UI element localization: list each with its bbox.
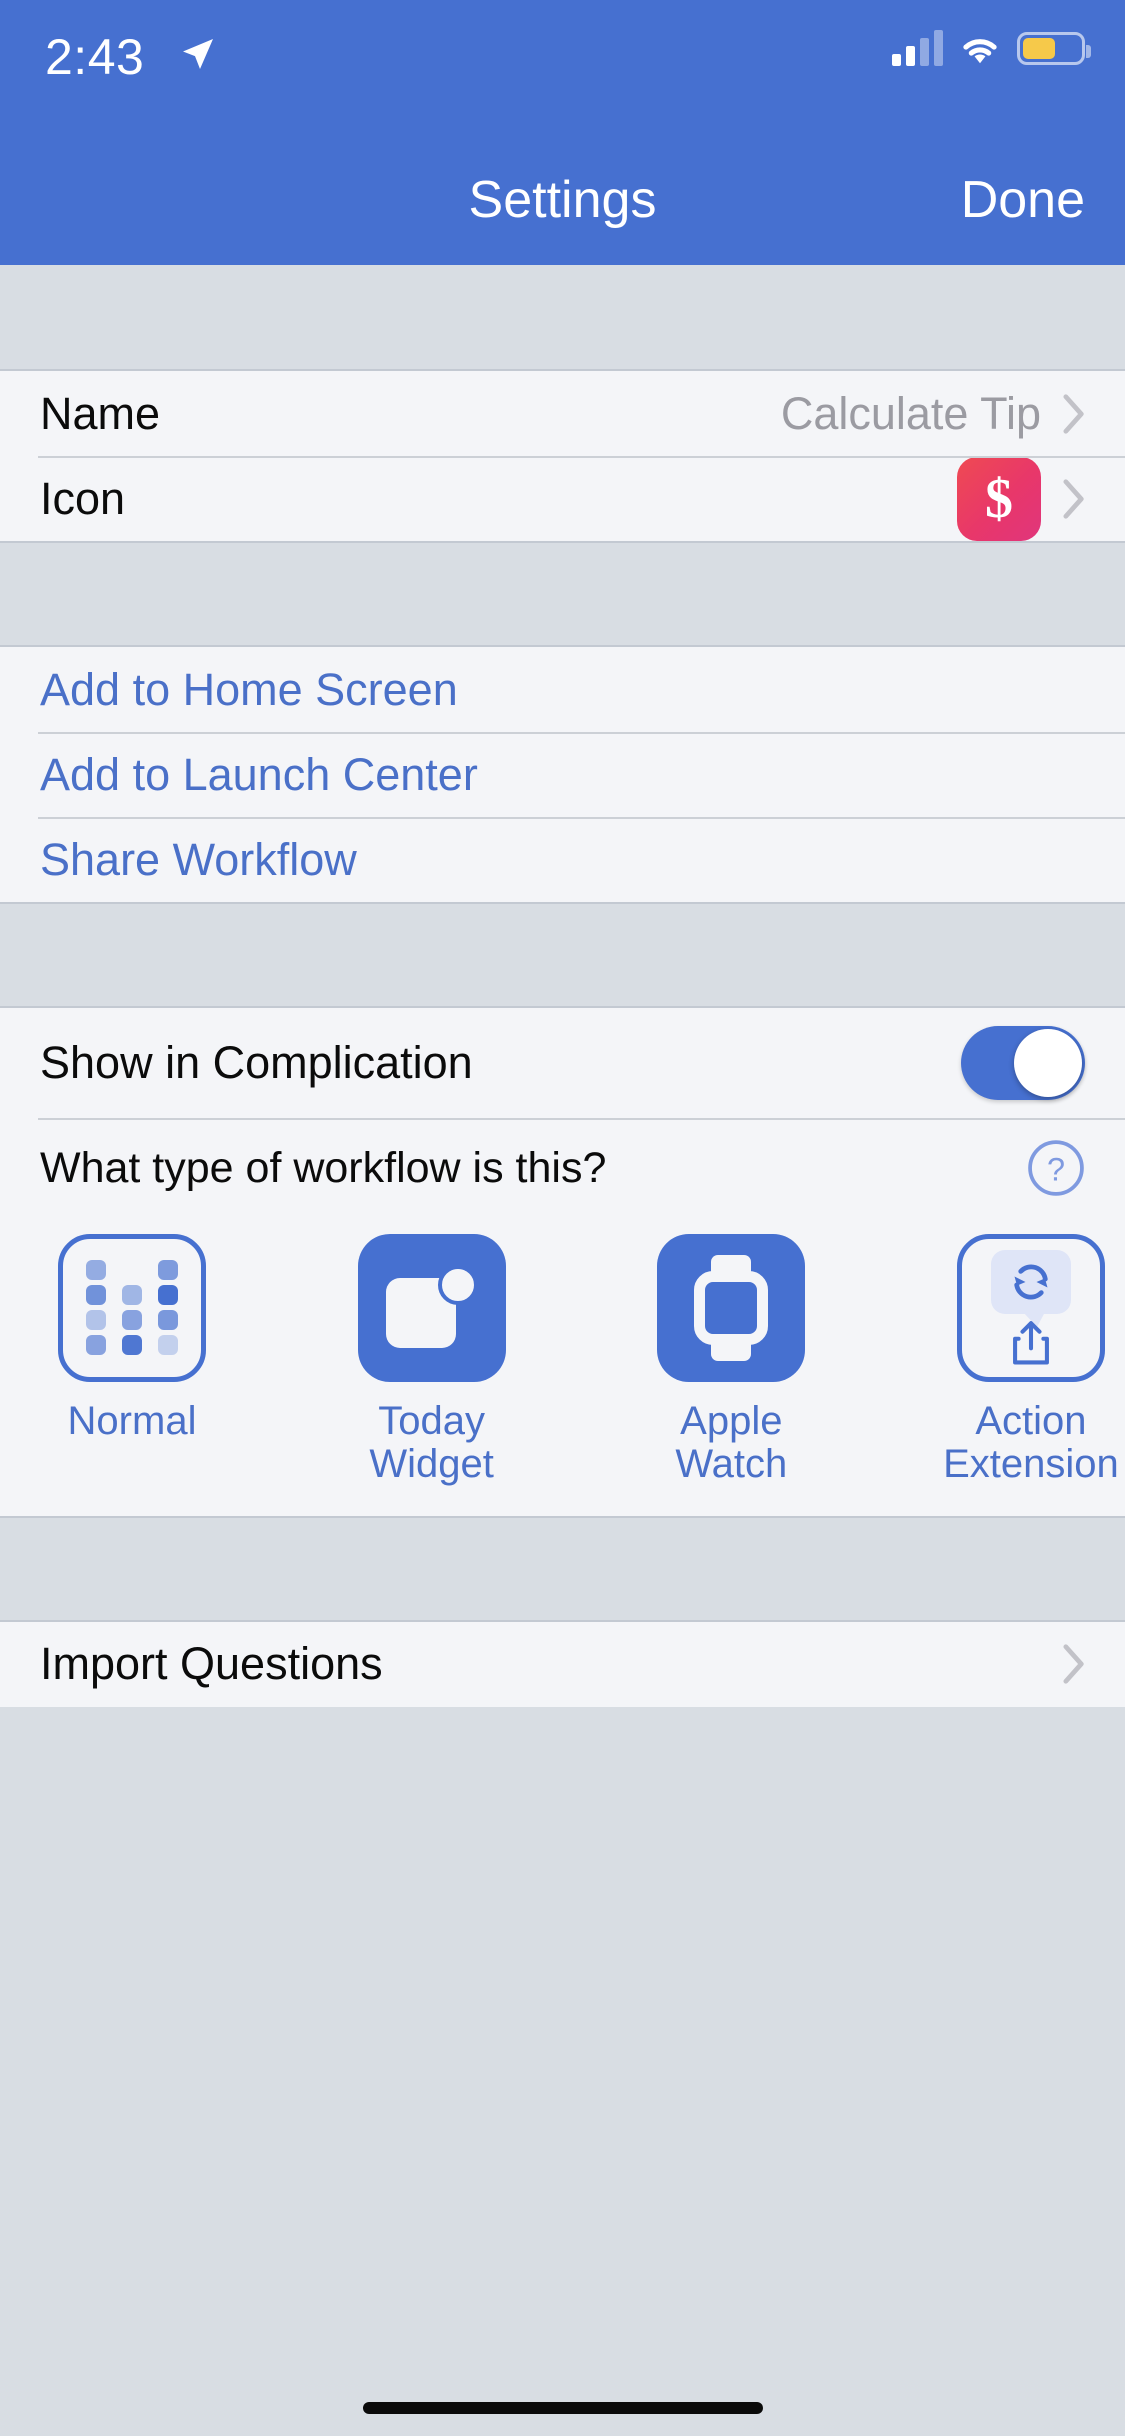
workflow-type-today-widget-label: Today Widget [369,1399,494,1486]
today-widget-tile[interactable] [357,1234,506,1382]
wifi-icon [963,39,997,64]
show-in-complication-toggle[interactable] [961,1026,1085,1100]
apple-watch-tile[interactable] [657,1234,806,1382]
workflow-dots-icon [86,1260,178,1356]
toggle-knob [1014,1029,1082,1097]
import-questions-label: Import Questions [40,1638,383,1690]
name-row[interactable]: Name Calculate Tip [0,371,1125,456]
page-title: Settings [468,171,657,229]
workflow-type-section: Show in Complication What type of workfl… [0,1008,1125,1516]
normal-tile[interactable] [58,1234,206,1382]
today-widget-icon [385,1262,478,1354]
svg-text:?: ? [1047,1152,1065,1188]
workflow-type-question-label: What type of workflow is this? [40,1143,607,1192]
section-gap [0,902,1125,1008]
status-bar: 2:43 [0,0,1125,132]
done-button[interactable]: Done [961,170,1085,230]
add-to-launch-center-row[interactable]: Add to Launch Center [0,732,1125,817]
navigation-bar: Settings Done [0,132,1125,265]
name-row-value: Calculate Tip [780,387,1041,439]
battery-icon [1017,31,1091,65]
workflow-type-question-row: What type of workflow is this? ? [0,1118,1125,1218]
share-icon [1013,1321,1049,1365]
workflow-type-apple-watch[interactable]: Apple Watch [602,1234,860,1486]
workflow-type-normal[interactable]: Normal [3,1234,261,1486]
workflow-type-picker: Normal Today Widget Apple Watch Action E… [0,1218,1125,1516]
status-bar-indicators [892,30,1091,66]
workflow-type-apple-watch-label: Apple Watch [675,1399,788,1486]
action-extension-icon [983,1250,1079,1366]
section-gap [0,1515,1125,1622]
table-footer-gap [0,1706,1125,2067]
question-mark-circle-icon[interactable]: ? [1027,1139,1085,1197]
chevron-right-icon [1063,1644,1084,1684]
section-gap [0,541,1125,647]
workflow-type-today-widget[interactable]: Today Widget [303,1234,561,1486]
share-workflow-label: Share Workflow [40,833,357,885]
cellular-signal-icon [892,30,943,66]
workflow-type-action-extension-label: Action Extension [943,1399,1119,1486]
actions-section: Add to Home Screen Add to Launch Center … [0,647,1125,902]
icon-row-label: Icon [40,472,126,524]
status-bar-time: 2:43 [45,29,145,85]
location-arrow-icon [183,39,213,69]
icon-row[interactable]: Icon $ [0,456,1125,541]
details-section: Name Calculate Tip Icon $ [0,371,1125,541]
show-in-complication-row[interactable]: Show in Complication [0,1008,1125,1118]
share-workflow-row[interactable]: Share Workflow [0,817,1125,902]
chevron-right-icon [1063,393,1084,434]
import-questions-row[interactable]: Import Questions [0,1621,1125,1707]
name-row-label: Name [40,387,161,439]
action-extension-tile[interactable] [956,1234,1105,1382]
section-gap [0,265,1125,371]
dollar-sign-icon[interactable]: $ [957,456,1041,541]
show-in-complication-label: Show in Complication [40,1037,473,1088]
add-to-launch-center-label: Add to Launch Center [40,748,478,800]
home-indicator[interactable] [362,2402,763,2414]
add-to-home-screen-row[interactable]: Add to Home Screen [0,647,1125,732]
add-to-home-screen-label: Add to Home Screen [40,663,458,715]
settings-table: Name Calculate Tip Icon $ Add to Home Sc… [0,265,1125,2067]
workflow-type-action-extension[interactable]: Action Extension [902,1234,1125,1486]
import-section: Import Questions [0,1621,1125,1707]
sync-arrows-icon [1014,1264,1048,1300]
workflow-type-normal-label: Normal [67,1399,197,1443]
screen: 2:43 Settings Done Name Calculate Tip Ic… [0,0,1125,2436]
apple-watch-icon [694,1255,769,1361]
chevron-right-icon [1063,478,1084,519]
